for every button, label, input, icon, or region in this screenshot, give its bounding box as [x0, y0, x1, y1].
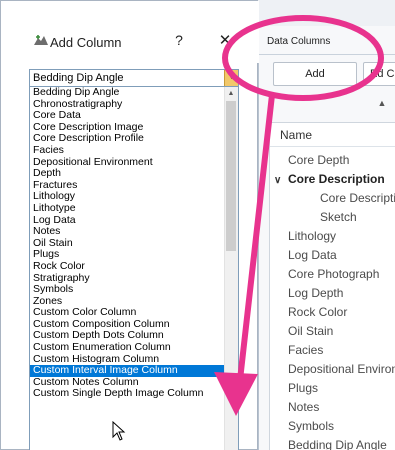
tree-item-label: Log Depth [288, 286, 344, 300]
tree-item-label: Plugs [288, 381, 319, 395]
column-type-list[interactable]: Bedding Dip Angle Chronostratigraphy Core … [29, 87, 239, 450]
list-item[interactable]: Lithotype [30, 203, 226, 215]
tree-item-label: Core Depth [288, 153, 350, 167]
tree-item-label: Sketch [320, 210, 357, 224]
tree-item[interactable]: Core Depth [270, 151, 395, 170]
tree-item-label: Depositional Environment [288, 362, 395, 376]
list-item[interactable]: Custom Enumeration Column [30, 342, 226, 354]
dialog-titlebar: Add Column ? ✕ [1, 1, 259, 63]
tree-item-label: Bedding Dip Angle [288, 438, 387, 450]
screenshot-stage: Data Columns Add Ed C ▲ Name Core Depth ∨… [0, 0, 395, 450]
tree-item[interactable]: Notes [270, 398, 395, 417]
list-item[interactable]: Facies [30, 145, 226, 157]
edit-column-button[interactable]: Ed C [363, 62, 395, 86]
tree-item-label: Lithology [288, 229, 337, 243]
tree-item-label: Facies [288, 343, 324, 357]
help-button[interactable]: ? [172, 32, 186, 48]
list-item[interactable]: Bedding Dip Angle [30, 87, 226, 99]
add-column-button[interactable]: Add [273, 62, 357, 86]
list-items: Bedding Dip Angle Chronostratigraphy Core … [30, 87, 226, 400]
scroll-up-icon[interactable]: ▲ [224, 87, 238, 100]
list-item[interactable]: Fractures [30, 180, 226, 192]
tree-item-label: Rock Color [288, 305, 348, 319]
tree-item[interactable]: Oil Stain [270, 322, 395, 341]
list-item[interactable]: Custom Notes Column [30, 377, 226, 389]
panel-title: Data Columns [267, 36, 331, 47]
list-item[interactable]: Notes [30, 226, 226, 238]
list-item[interactable]: Custom Histogram Column [30, 354, 226, 366]
add-column-icon [34, 35, 48, 45]
list-item[interactable]: Custom Depth Dots Column [30, 330, 226, 342]
tree-item-label: Log Data [288, 248, 337, 262]
list-item[interactable]: Depth [30, 168, 226, 180]
tree-item[interactable]: Log Data [270, 246, 395, 265]
chevron-down-icon[interactable]: ∨ [274, 171, 288, 190]
tree-item[interactable]: Sketch [270, 208, 395, 227]
tree-body: Core Depth ∨ Core Description Core Descript… [270, 147, 395, 450]
list-item[interactable]: Core Description Profile [30, 133, 226, 145]
list-item[interactable]: Oil Stain [30, 238, 226, 250]
tree-item-label: Symbols [288, 419, 335, 433]
list-item[interactable]: Custom Single Depth Image Column [30, 388, 226, 400]
tree-item[interactable]: Core Description Image [270, 189, 395, 208]
tree-item[interactable]: Rock Color [270, 303, 395, 322]
list-item[interactable]: Core Description Image [30, 122, 226, 134]
list-item[interactable]: Chronostratigraphy [30, 99, 226, 111]
data-columns-panel: Data Columns Add Ed C ▲ Name Core Depth ∨… [258, 26, 395, 450]
list-item[interactable]: Depositional Environment [30, 157, 226, 169]
chevron-down-icon[interactable]: ▼ [224, 70, 238, 86]
tree-item-label: Core Description [288, 172, 385, 186]
tree-item-label: Core Description Image [320, 191, 395, 205]
mouse-pointer-icon [112, 421, 126, 441]
tree-item[interactable]: Symbols [270, 417, 395, 436]
data-columns-tree: Name Core Depth ∨ Core Description Core Des… [269, 122, 395, 450]
close-button[interactable]: ✕ [218, 31, 232, 49]
list-scrollbar[interactable]: ▲ [224, 87, 238, 450]
panel-divider [259, 54, 395, 55]
dialog-title: Add Column [50, 35, 122, 50]
list-item[interactable]: Symbols [30, 284, 226, 296]
list-item[interactable]: Custom Composition Column [30, 319, 226, 331]
list-item-selected[interactable]: Custom Interval Image Column [30, 365, 226, 377]
list-item[interactable]: Custom Color Column [30, 307, 226, 319]
list-item[interactable]: Plugs [30, 249, 226, 261]
list-item[interactable]: Lithology [30, 191, 226, 203]
list-item[interactable]: Log Data [30, 215, 226, 227]
tree-item[interactable]: Core Photograph [270, 265, 395, 284]
tree-item[interactable]: Facies [270, 341, 395, 360]
tree-item[interactable]: Lithology [270, 227, 395, 246]
add-column-dialog: Add Column ? ✕ Bedding Dip Angle ▼ Beddi… [0, 0, 259, 450]
list-item[interactable]: Rock Color [30, 261, 226, 273]
tree-item[interactable]: Bedding Dip Angle [270, 436, 395, 450]
scroll-up-icon[interactable]: ▲ [374, 96, 390, 110]
tree-item[interactable]: Plugs [270, 379, 395, 398]
combobox-value: Bedding Dip Angle [33, 72, 124, 84]
tree-item[interactable]: ∨ Core Description [270, 170, 395, 189]
tree-item-label: Oil Stain [288, 324, 334, 338]
tree-item-label: Core Photograph [288, 267, 380, 281]
tree-column-header[interactable]: Name [270, 123, 395, 147]
list-item[interactable]: Stratigraphy [30, 273, 226, 285]
tree-item[interactable]: Log Depth [270, 284, 395, 303]
scrollbar-thumb[interactable] [226, 101, 236, 251]
tree-item-label: Notes [288, 400, 320, 414]
tree-item[interactable]: Depositional Environment [270, 360, 395, 379]
list-item[interactable]: Zones [30, 296, 226, 308]
column-type-combobox[interactable]: Bedding Dip Angle ▼ [29, 69, 239, 87]
list-item[interactable]: Core Data [30, 110, 226, 122]
